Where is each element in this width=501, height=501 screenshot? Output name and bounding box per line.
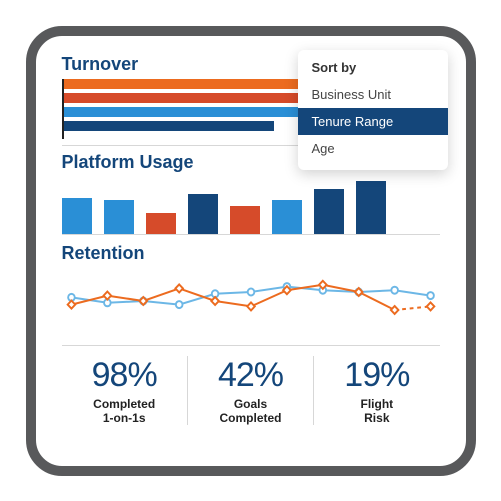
dashboard-card: Sort by Business Unit Tenure Range Age T… xyxy=(26,26,476,476)
retention-line-dashed xyxy=(394,306,430,310)
turnover-bar xyxy=(64,93,335,103)
sort-popover: Sort by Business Unit Tenure Range Age xyxy=(298,50,448,170)
usage-chart xyxy=(62,177,440,235)
retention-line xyxy=(71,284,394,309)
retention-marker-diamond xyxy=(103,291,111,299)
stat-flight-risk: 19% Flight Risk xyxy=(313,356,439,426)
sort-option-business-unit[interactable]: Business Unit xyxy=(298,81,448,108)
retention-marker-circle xyxy=(175,301,182,308)
stat-value: 98% xyxy=(68,356,181,395)
stat-label: Goals Completed xyxy=(194,397,307,426)
retention-marker-circle xyxy=(391,286,398,293)
usage-bar xyxy=(188,194,218,233)
usage-bar xyxy=(230,206,260,234)
sort-option-tenure-range[interactable]: Tenure Range xyxy=(298,108,448,135)
retention-marker-diamond xyxy=(426,302,434,310)
usage-bar xyxy=(272,200,302,234)
retention-marker-circle xyxy=(247,288,254,295)
stat-value: 19% xyxy=(320,356,433,395)
usage-bar xyxy=(104,200,134,234)
sort-option-age[interactable]: Age xyxy=(298,135,448,162)
usage-bar xyxy=(314,189,344,234)
stat-completed-1on1s: 98% Completed 1-on-1s xyxy=(62,356,187,426)
turnover-bar xyxy=(64,107,320,117)
usage-bar xyxy=(146,213,176,234)
stat-label: Flight Risk xyxy=(320,397,433,426)
retention-marker-diamond xyxy=(67,300,75,308)
divider xyxy=(62,345,440,346)
stat-label: Completed 1-on-1s xyxy=(68,397,181,426)
sort-title: Sort by xyxy=(298,60,448,81)
turnover-bar xyxy=(64,121,275,131)
retention-chart xyxy=(62,268,440,334)
stat-value: 42% xyxy=(194,356,307,395)
usage-bar xyxy=(62,198,92,233)
retention-marker-circle xyxy=(427,292,434,299)
retention-marker-diamond xyxy=(211,297,219,305)
retention-marker-diamond xyxy=(390,306,398,314)
usage-bar xyxy=(356,181,386,233)
stat-goals-completed: 42% Goals Completed xyxy=(187,356,313,426)
stats-row: 98% Completed 1-on-1s 42% Goals Complete… xyxy=(62,356,440,426)
retention-title: Retention xyxy=(62,243,440,264)
retention-marker-diamond xyxy=(247,302,255,310)
retention-marker-diamond xyxy=(175,284,183,292)
turnover-bar xyxy=(64,79,308,89)
